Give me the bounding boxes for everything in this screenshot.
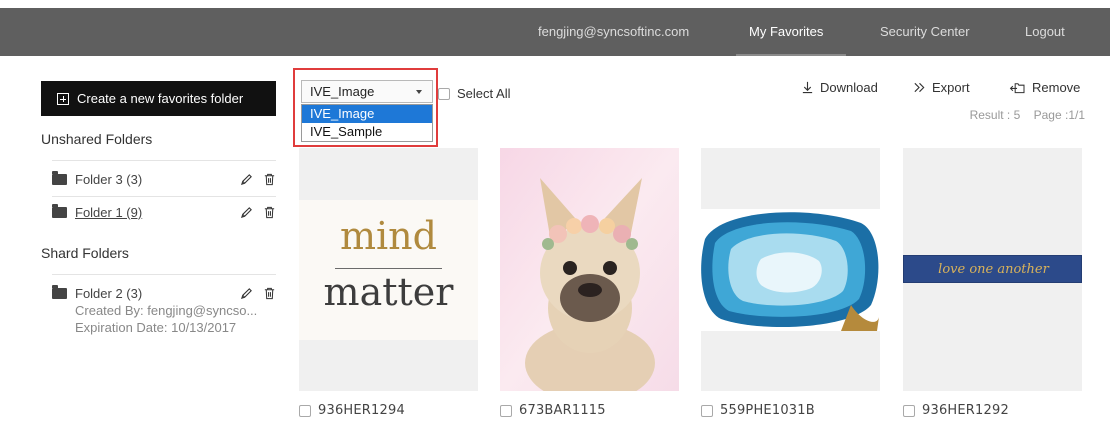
checkbox[interactable]: [299, 404, 311, 417]
folder-expiration-date: Expiration Date: 10/13/2017: [75, 320, 237, 335]
result-summary: Result : 5 Page :1/1: [960, 108, 1085, 122]
collection-select[interactable]: IVE_Image: [301, 80, 433, 103]
create-folder-button[interactable]: Create a new favorites folder: [41, 81, 276, 116]
thumbnail-word: love one another: [938, 262, 1049, 277]
export-label: Export: [932, 80, 970, 95]
trash-icon[interactable]: [263, 287, 276, 300]
divider: [52, 274, 276, 275]
asset-card[interactable]: love one another: [903, 148, 1082, 391]
asset-id: 936HER1292: [922, 403, 1009, 418]
asset-id: 673BAR1115: [519, 403, 606, 418]
active-tab-indicator: [736, 54, 846, 56]
create-folder-label: Create a new favorites folder: [77, 91, 244, 106]
thumbnail-mind-matter: mind matter: [299, 200, 478, 340]
checkbox[interactable]: [500, 404, 512, 417]
asset-label: 673BAR1115: [500, 403, 606, 418]
thumbnail-word: matter: [323, 270, 454, 314]
folder-item[interactable]: Folder 3 (3): [52, 168, 276, 190]
checkbox[interactable]: [701, 404, 713, 417]
asset-label: 936HER1294: [299, 403, 405, 418]
folder-label: Folder 1 (9): [75, 204, 143, 220]
edit-pencil-icon[interactable]: [240, 173, 253, 186]
download-label: Download: [820, 80, 878, 95]
select-all-checkbox[interactable]: Select All: [438, 86, 510, 101]
folder-created-by: Created By: fengjing@syncso...: [75, 303, 258, 318]
page-indicator: Page :1/1: [1033, 108, 1085, 122]
thumbnail-geode: [701, 209, 880, 331]
remove-folder-icon: [1009, 83, 1025, 94]
thumbnail-word: mind: [340, 214, 437, 258]
edit-pencil-icon[interactable]: [240, 287, 253, 300]
download-icon: [802, 81, 813, 94]
asset-card[interactable]: [701, 148, 880, 391]
divider: [52, 160, 276, 161]
trash-icon[interactable]: [263, 173, 276, 186]
asset-id: 559PHE1031B: [720, 403, 815, 418]
shared-folders-title: Shard Folders: [41, 245, 129, 261]
chevron-down-icon: [416, 90, 422, 94]
trash-icon[interactable]: [263, 206, 276, 219]
select-value: IVE_Image: [310, 84, 375, 99]
nav-logout[interactable]: Logout: [1025, 8, 1065, 56]
asset-card[interactable]: mind matter: [299, 148, 478, 391]
account-email-link[interactable]: fengjing@syncsoftinc.com: [538, 8, 689, 56]
select-all-label: Select All: [457, 86, 511, 101]
collection-dropdown-list: IVE_Image IVE_Sample: [301, 104, 433, 142]
double-chevron-right-icon: [914, 82, 925, 93]
thumbnail-dog-painting: [500, 148, 679, 391]
asset-card[interactable]: [500, 148, 679, 391]
asset-label: 936HER1292: [903, 403, 1009, 418]
unshared-folders-title: Unshared Folders: [41, 131, 153, 147]
folder-item[interactable]: Folder 2 (3): [52, 282, 276, 304]
remove-button[interactable]: Remove: [1009, 80, 1080, 95]
export-button[interactable]: Export: [913, 80, 970, 95]
top-navigation-bar: fengjing@syncsoftinc.com My Favorites Se…: [0, 8, 1110, 56]
add-box-icon: [57, 92, 69, 105]
thumbnail-rule: [335, 268, 442, 269]
divider: [52, 196, 276, 197]
folder-icon: [52, 284, 67, 299]
folder-icon: [52, 170, 67, 185]
dropdown-option-ive-image[interactable]: IVE_Image: [302, 105, 432, 123]
thumbnail-love-one-another: love one another: [903, 255, 1082, 283]
folder-label: Folder 2 (3): [75, 285, 143, 301]
dropdown-option-ive-sample[interactable]: IVE_Sample: [302, 123, 432, 141]
checkbox[interactable]: [903, 404, 915, 417]
nav-my-favorites[interactable]: My Favorites: [749, 8, 823, 56]
asset-id: 936HER1294: [318, 403, 405, 418]
folder-icon: [52, 203, 67, 218]
nav-security-center[interactable]: Security Center: [880, 8, 970, 56]
result-count: Result : 5: [969, 108, 1021, 122]
checkbox[interactable]: [438, 87, 450, 100]
remove-label: Remove: [1032, 80, 1081, 95]
download-button[interactable]: Download: [801, 80, 878, 95]
edit-pencil-icon[interactable]: [240, 206, 253, 219]
asset-label: 559PHE1031B: [701, 403, 815, 418]
folder-item[interactable]: Folder 1 (9): [52, 201, 276, 223]
folder-label: Folder 3 (3): [75, 171, 143, 187]
